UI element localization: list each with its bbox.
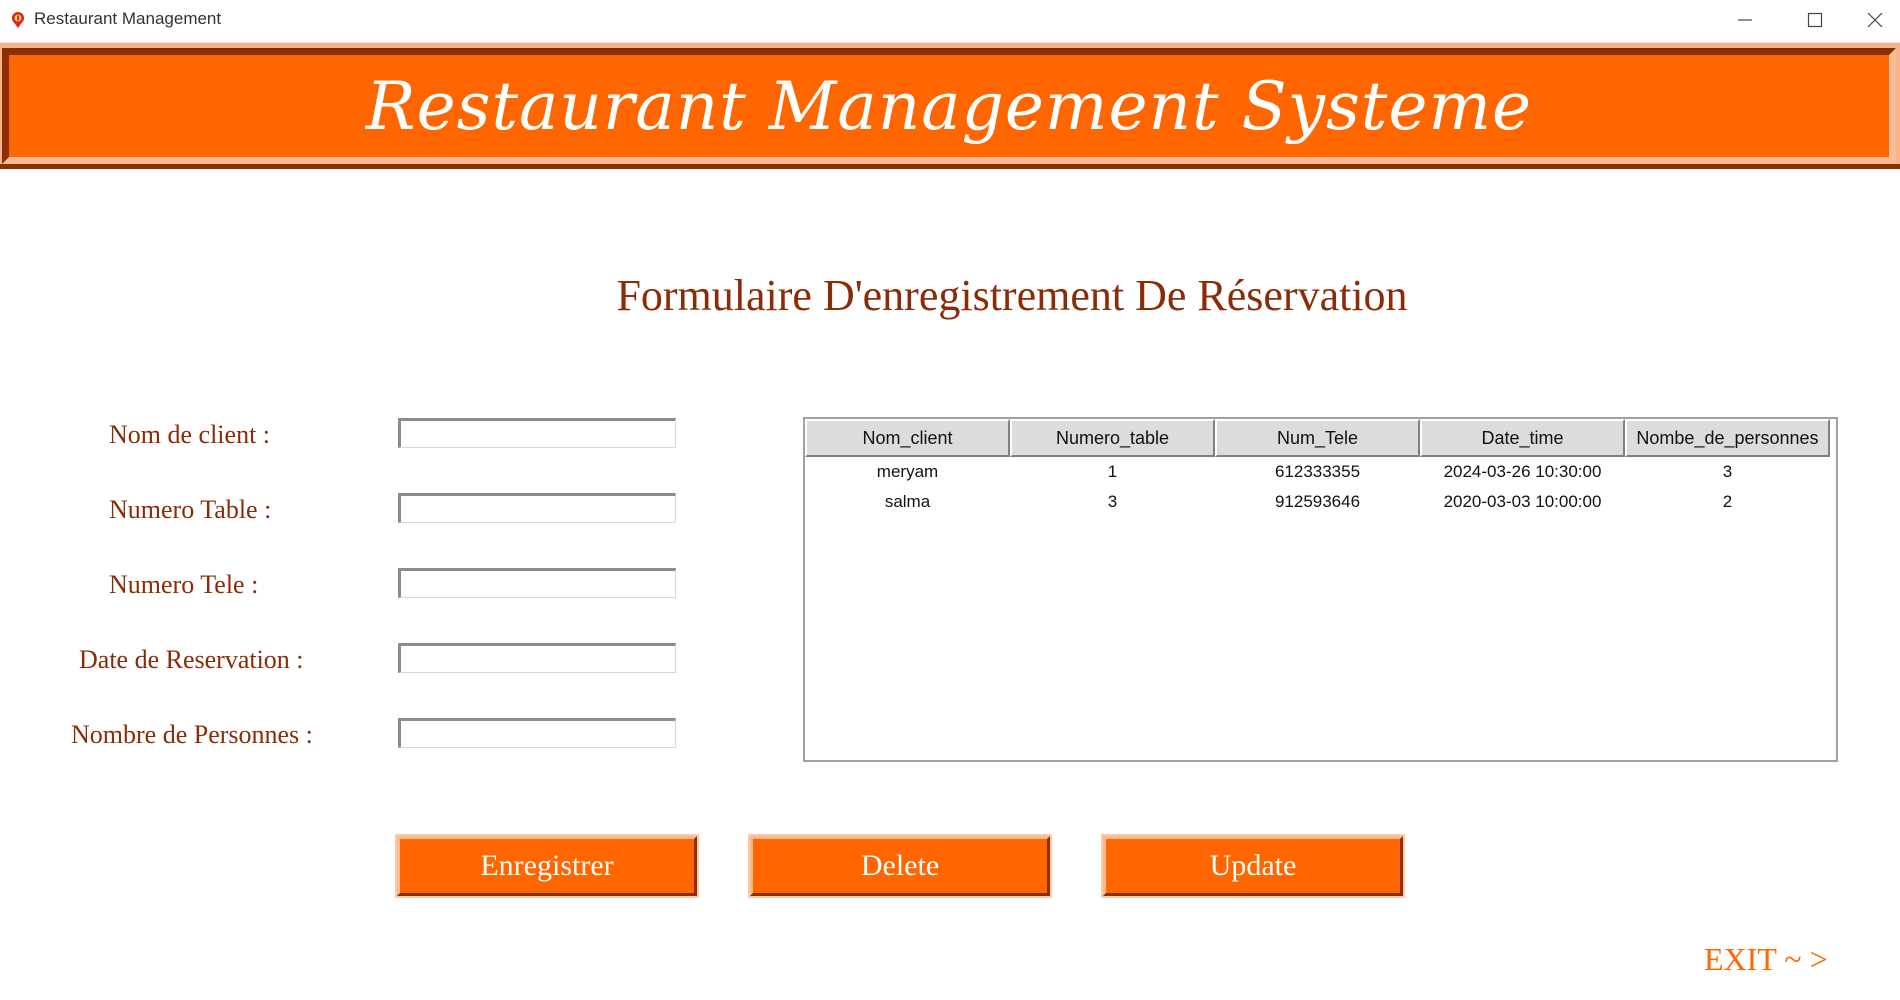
numero-tele-input[interactable] bbox=[398, 568, 676, 598]
header-banner: Restaurant Management Systeme bbox=[2, 48, 1896, 164]
label-numero-tele: Numero Tele : bbox=[109, 570, 259, 599]
label-numero-table: Numero Table : bbox=[109, 495, 272, 524]
update-button[interactable]: Update bbox=[1101, 834, 1405, 898]
banner-divider bbox=[0, 164, 1900, 169]
column-header[interactable]: Date_time bbox=[1420, 419, 1625, 457]
table-cell: 3 bbox=[1722, 462, 1733, 481]
table-row[interactable]: salma 3 912593646 2020-03-03 10:00:00 2 bbox=[805, 487, 1836, 517]
reservations-table[interactable]: Nom_client Numero_table Num_Tele Date_ti… bbox=[803, 417, 1838, 762]
numero-table-input[interactable] bbox=[398, 493, 676, 523]
form-title: Formulaire D'enregistrement De Réservati… bbox=[616, 271, 1408, 320]
table-header: Nom_client Numero_table Num_Tele Date_ti… bbox=[805, 419, 1836, 457]
table-cell: salma bbox=[884, 492, 931, 511]
window-titlebar: Restaurant Management bbox=[0, 0, 1900, 43]
minimize-icon bbox=[1738, 19, 1752, 21]
delete-button[interactable]: Delete bbox=[748, 834, 1052, 898]
column-header[interactable]: Nom_client bbox=[805, 419, 1010, 457]
table-cell: 2024-03-26 10:30:00 bbox=[1443, 462, 1602, 481]
table-cell: meryam bbox=[876, 462, 939, 481]
table-cell: 2 bbox=[1722, 492, 1733, 511]
minimize-button[interactable] bbox=[1710, 0, 1780, 40]
close-button[interactable] bbox=[1850, 0, 1900, 40]
table-cell: 3 bbox=[1107, 492, 1118, 511]
app-title: Restaurant Management Systeme bbox=[365, 67, 1533, 145]
table-cell: 612333355 bbox=[1274, 462, 1361, 481]
label-nombre-personnes: Nombre de Personnes : bbox=[71, 720, 313, 749]
exit-button[interactable]: EXIT ~ > bbox=[1704, 941, 1828, 978]
nom-client-input[interactable] bbox=[398, 418, 676, 448]
label-nom-client: Nom de client : bbox=[109, 420, 271, 449]
restaurant-app-icon bbox=[12, 12, 24, 28]
column-header[interactable]: Numero_table bbox=[1010, 419, 1215, 457]
table-row[interactable]: meryam 1 612333355 2024-03-26 10:30:00 3 bbox=[805, 457, 1836, 487]
label-date-reservation: Date de Reservation : bbox=[79, 645, 304, 674]
nombre-personnes-input[interactable] bbox=[398, 718, 676, 748]
table-cell: 1 bbox=[1107, 462, 1118, 481]
column-header[interactable]: Nombe_de_personnes bbox=[1625, 419, 1830, 457]
maximize-button[interactable] bbox=[1780, 0, 1850, 40]
table-cell: 2020-03-03 10:00:00 bbox=[1443, 492, 1602, 511]
save-button[interactable]: Enregistrer bbox=[395, 834, 699, 898]
date-reservation-input[interactable] bbox=[398, 643, 676, 673]
column-header[interactable]: Num_Tele bbox=[1215, 419, 1420, 457]
maximize-icon bbox=[1807, 12, 1823, 28]
table-cell: 912593646 bbox=[1274, 492, 1361, 511]
close-icon bbox=[1867, 12, 1883, 28]
window-title: Restaurant Management bbox=[34, 9, 222, 28]
